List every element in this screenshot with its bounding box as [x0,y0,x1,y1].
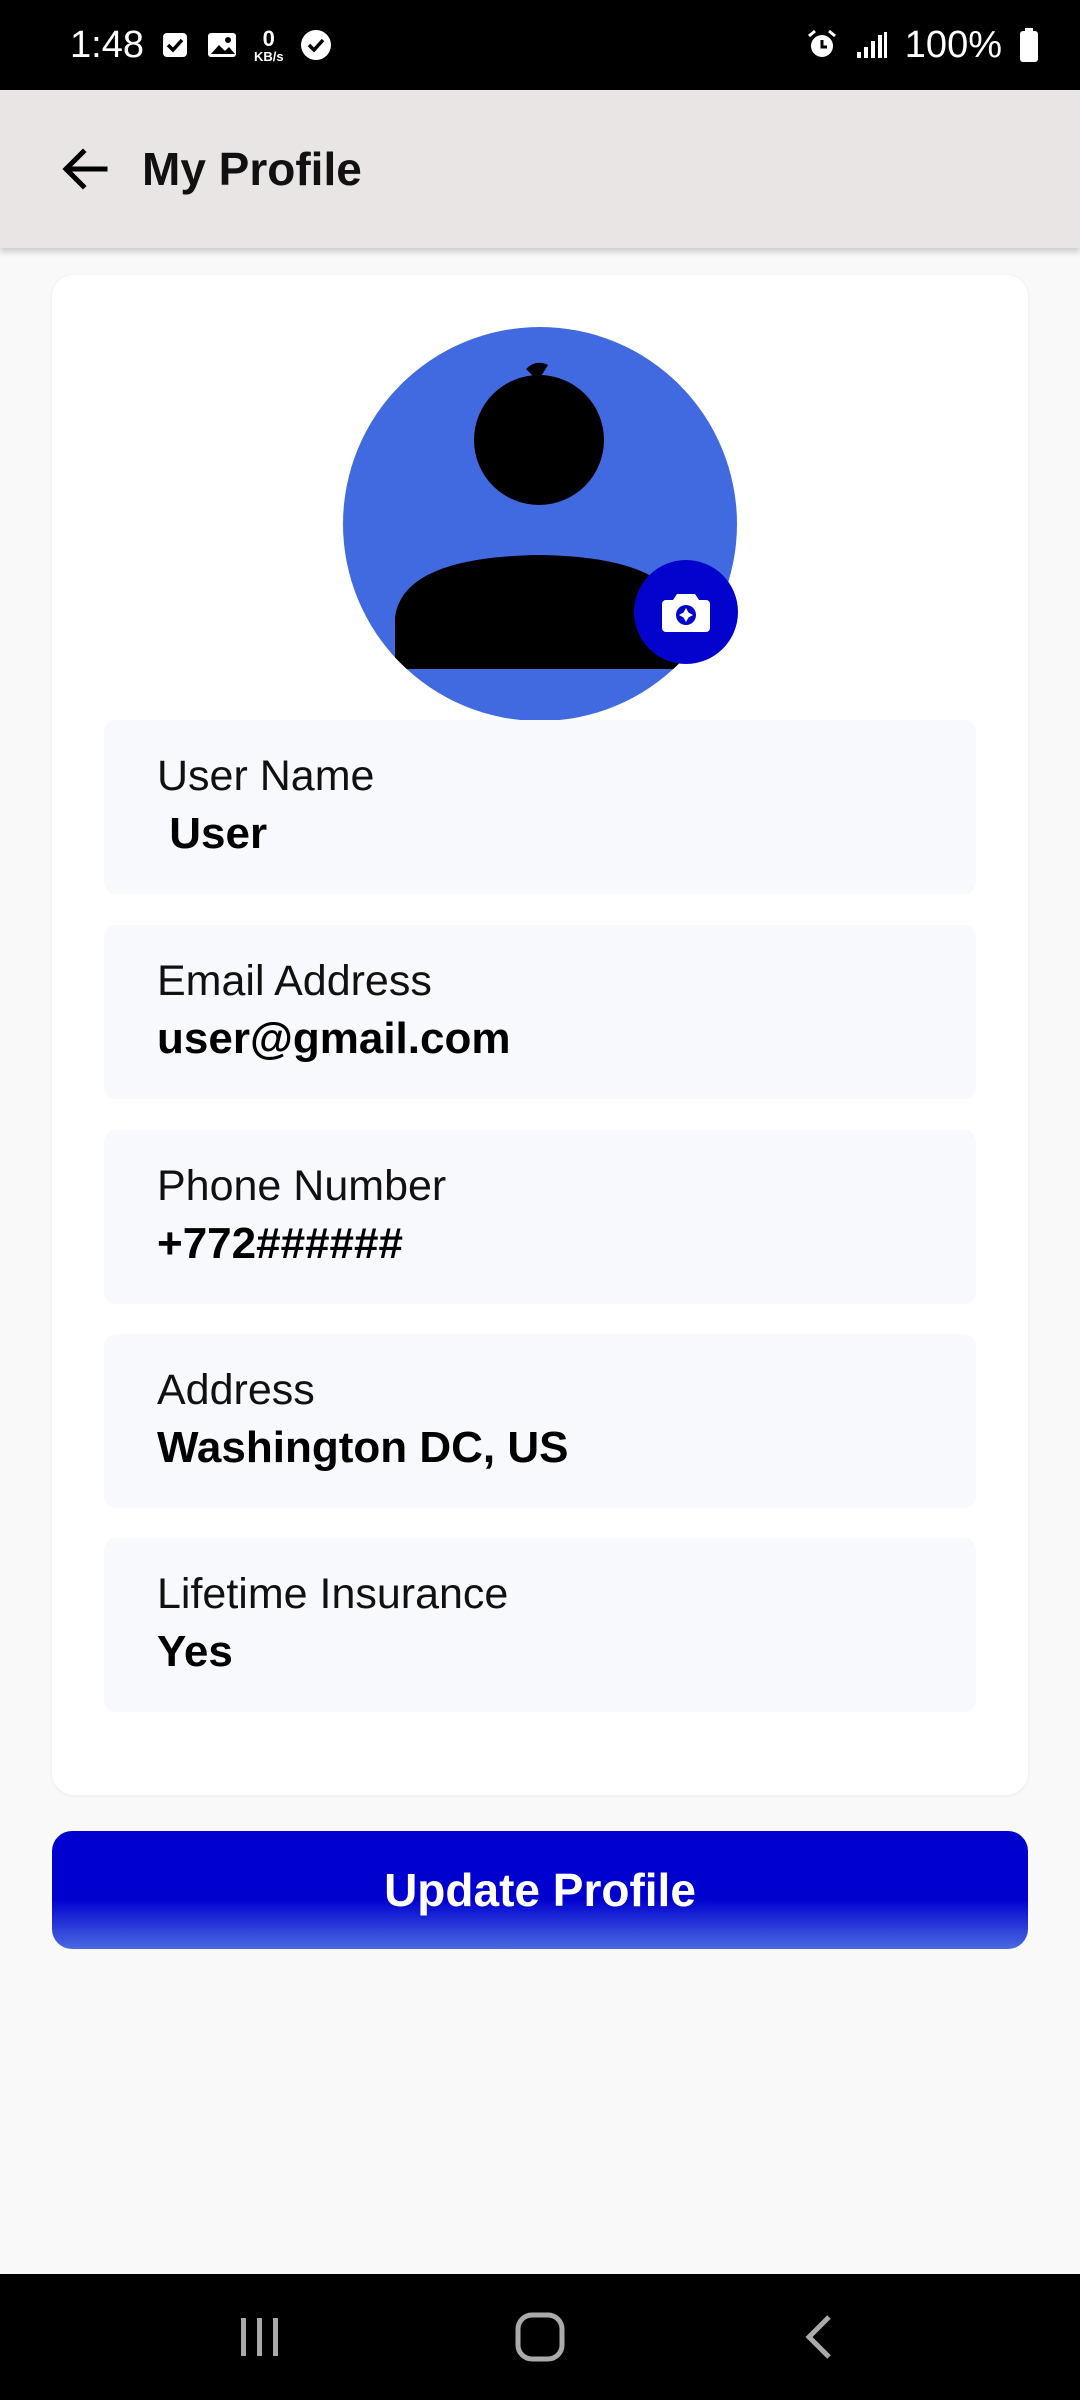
task-check-icon [160,30,190,60]
nav-recents-button[interactable] [205,2287,315,2387]
field-address: Address Washington DC, US [104,1334,976,1508]
field-label: Lifetime Insurance [157,1570,509,1618]
battery-icon [1018,27,1040,63]
chevron-left-icon [805,2315,831,2359]
home-icon [515,2312,565,2362]
field-label: User Name [157,752,375,800]
status-bar: 1:48 0 KB/s 100% [0,0,1080,90]
status-right: 100% [805,24,1040,67]
page-title: My Profile [142,143,362,195]
back-button[interactable] [35,119,135,219]
status-time: 1:48 [70,23,144,66]
signal-icon [855,30,889,60]
field-label: Address [157,1366,315,1414]
alarm-icon [805,28,839,62]
update-profile-button[interactable]: Update Profile [52,1831,1028,1949]
field-value: Yes [157,1626,233,1676]
net-speed-unit: KB/s [253,48,284,64]
avatar-container [343,327,738,721]
field-label: Phone Number [157,1162,447,1210]
field-label: Email Address [157,957,432,1005]
gallery-icon [206,30,238,60]
field-email: Email Address user@gmail.com [104,925,976,1099]
status-left: 1:48 0 KB/s [70,24,332,67]
arrow-left-icon [62,148,108,190]
field-user-name: User Name User [104,720,976,894]
field-value: +772###### [157,1218,403,1268]
app-bar: My Profile [0,90,1080,248]
field-value: User [157,808,268,858]
field-value: Washington DC, US [157,1422,569,1472]
field-value: user@gmail.com [157,1013,511,1063]
field-phone: Phone Number +772###### [104,1130,976,1304]
net-speed-value: 0 [262,25,275,51]
profile-card: User Name User Email Address user@gmail.… [52,275,1028,1795]
recents-icon [241,2318,278,2356]
system-nav-bar [0,2274,1080,2400]
camera-icon [662,594,710,632]
field-lifetime-insurance: Lifetime Insurance Yes [104,1538,976,1712]
change-photo-button[interactable] [634,560,738,664]
net-speed: 0 KB/s [253,25,284,64]
nav-back-button[interactable] [765,2287,875,2387]
battery-percent: 100% [904,23,1002,66]
check-circle-icon [300,29,332,61]
nav-home-button[interactable] [485,2287,595,2387]
